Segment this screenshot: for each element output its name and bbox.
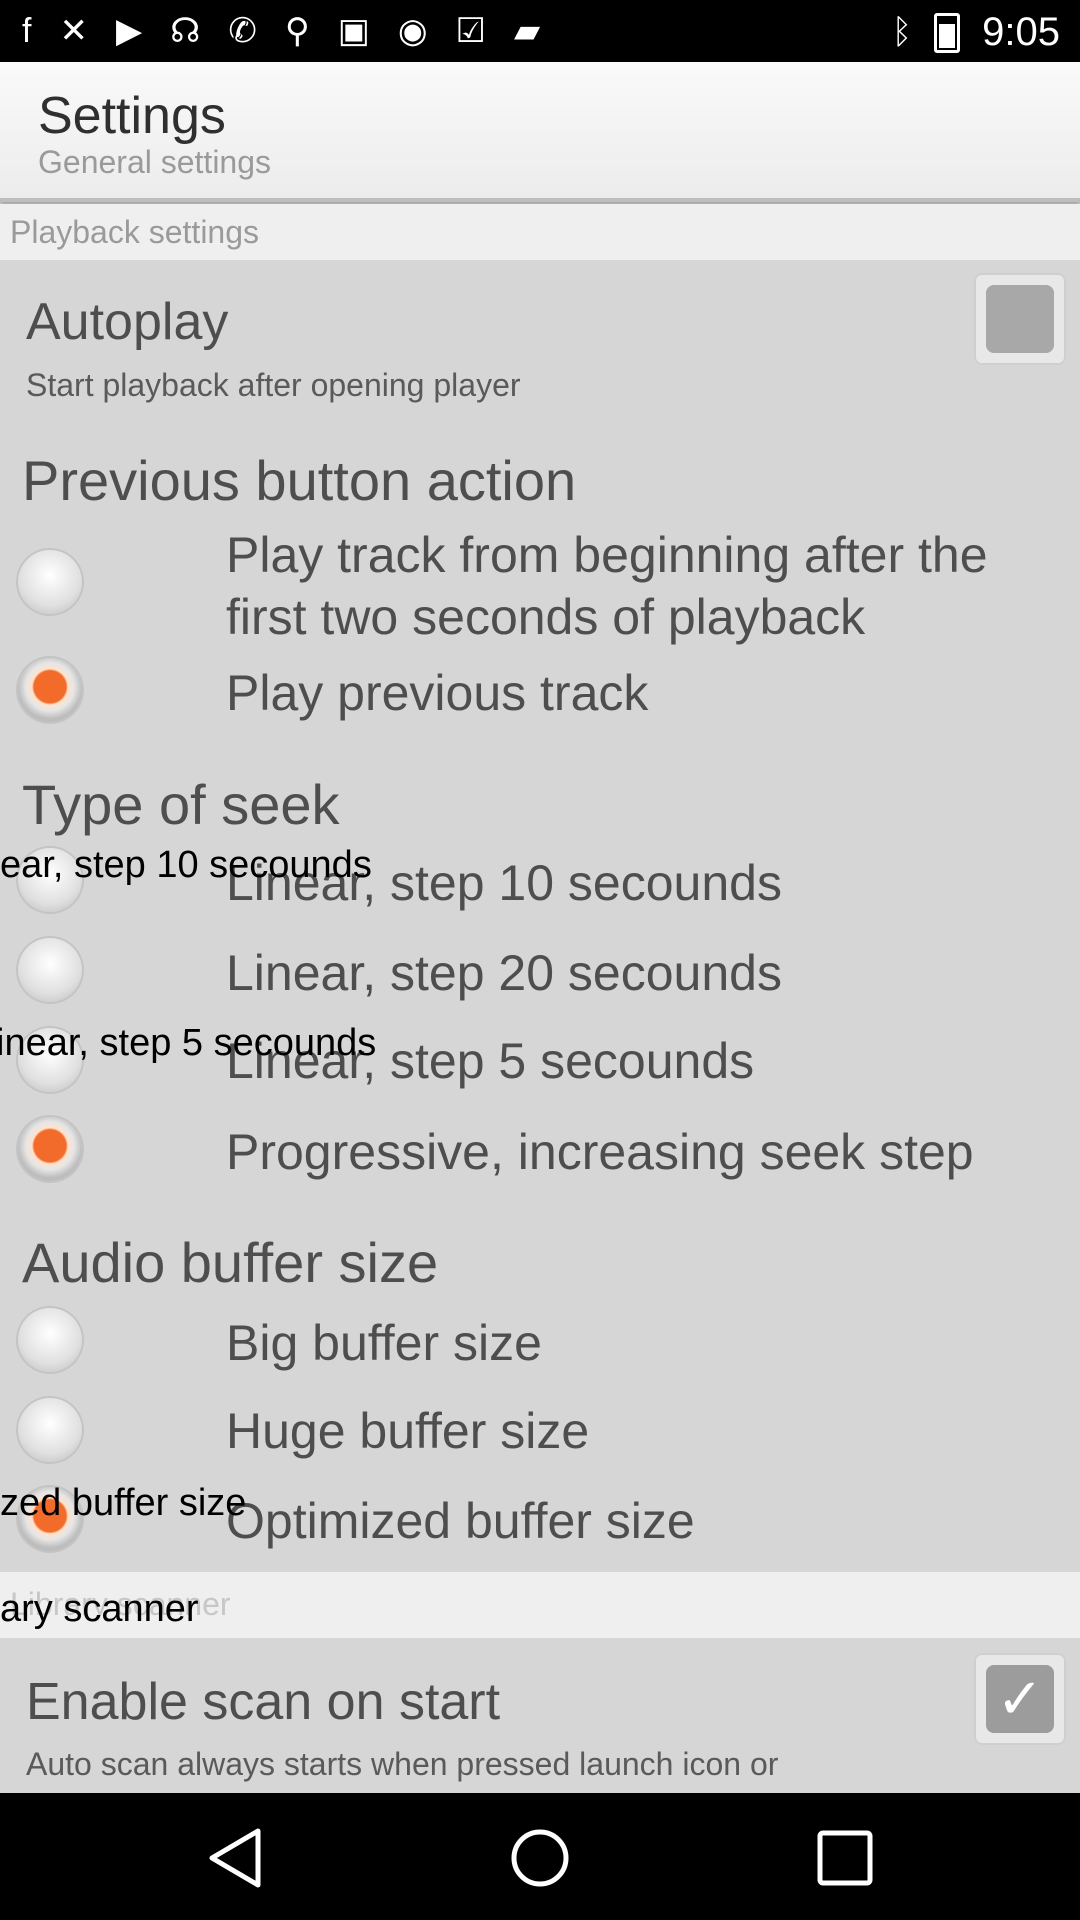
satellite-icon: ⚲ <box>284 12 310 50</box>
radio-button[interactable] <box>18 1398 82 1462</box>
option-label[interactable]: Optimized buffer size <box>226 1490 695 1552</box>
back-icon[interactable] <box>200 1823 270 1893</box>
option-label: Play track from beginning after the firs… <box>226 527 988 645</box>
enable-scan-checkbox[interactable]: ✓ <box>974 1653 1066 1745</box>
autoplay-checkbox[interactable] <box>974 273 1066 365</box>
page-subtitle: General settings <box>38 144 272 180</box>
section-header-playback: Playback settings <box>0 204 1080 260</box>
status-bar: f ✕ ▶ ☊ ✆ ⚲ ▣ ◉ ☑ ▰ ᛒ 9:05 <box>0 0 1080 62</box>
lock-icon: ▣ <box>337 12 370 50</box>
overlay-label-library: ary scanner <box>0 1588 199 1630</box>
section-header-label: Playback settings <box>10 214 260 250</box>
battery-icon <box>934 12 961 53</box>
play-circle-icon: ▶ <box>115 12 143 50</box>
option-label[interactable]: Huge buffer size <box>226 1400 589 1462</box>
radio-button-selected[interactable] <box>18 1117 82 1181</box>
navigation-bar <box>0 1793 1080 1920</box>
option-label[interactable]: Big buffer size <box>226 1312 542 1374</box>
option-label[interactable]: Progressive, increasing seek step <box>226 1121 974 1183</box>
previous-action-title: Previous button action <box>22 449 577 512</box>
checkbox-unchecked <box>986 285 1054 353</box>
option-label: Play previous track <box>226 665 649 721</box>
tools-icon: ✕ <box>59 12 88 50</box>
clock: 9:05 <box>982 10 1060 54</box>
seek-type-title: Type of seek <box>22 773 340 836</box>
overlay-label-seek-10: ear, step 10 secounds <box>0 844 372 886</box>
robot-icon: ◉ <box>397 12 428 50</box>
enable-scan-title: Enable scan on start <box>26 1673 501 1731</box>
facebook-icon: f <box>22 12 32 50</box>
radio-button-selected[interactable] <box>18 658 82 722</box>
home-icon[interactable] <box>505 1823 575 1893</box>
buffer-size-title: Audio buffer size <box>22 1231 439 1294</box>
overlay-label-seek-5: inear, step 5 secounds <box>0 1022 377 1064</box>
briefcase-icon: ▰ <box>514 12 541 50</box>
recents-icon[interactable] <box>810 1823 880 1893</box>
check-icon: ✓ <box>986 1665 1054 1733</box>
radio-button[interactable] <box>18 938 82 1002</box>
bluetooth-icon: ᛒ <box>891 13 913 51</box>
autoplay-title: Autoplay <box>26 293 229 351</box>
page-title: Settings <box>38 87 226 145</box>
radio-icon: ☊ <box>170 12 201 50</box>
overlay-label-buffer: zed buffer size <box>0 1482 247 1524</box>
option-label[interactable]: Linear, step 20 secounds <box>226 942 782 1004</box>
radio-button[interactable] <box>18 1308 82 1372</box>
check-tray-icon: ☑ <box>455 12 486 50</box>
autoplay-summary: Start playback after opening player <box>26 367 521 403</box>
phone-icon: ✆ <box>228 12 257 50</box>
radio-button[interactable] <box>18 550 82 614</box>
enable-scan-summary: Auto scan always starts when pressed lau… <box>26 1746 779 1782</box>
